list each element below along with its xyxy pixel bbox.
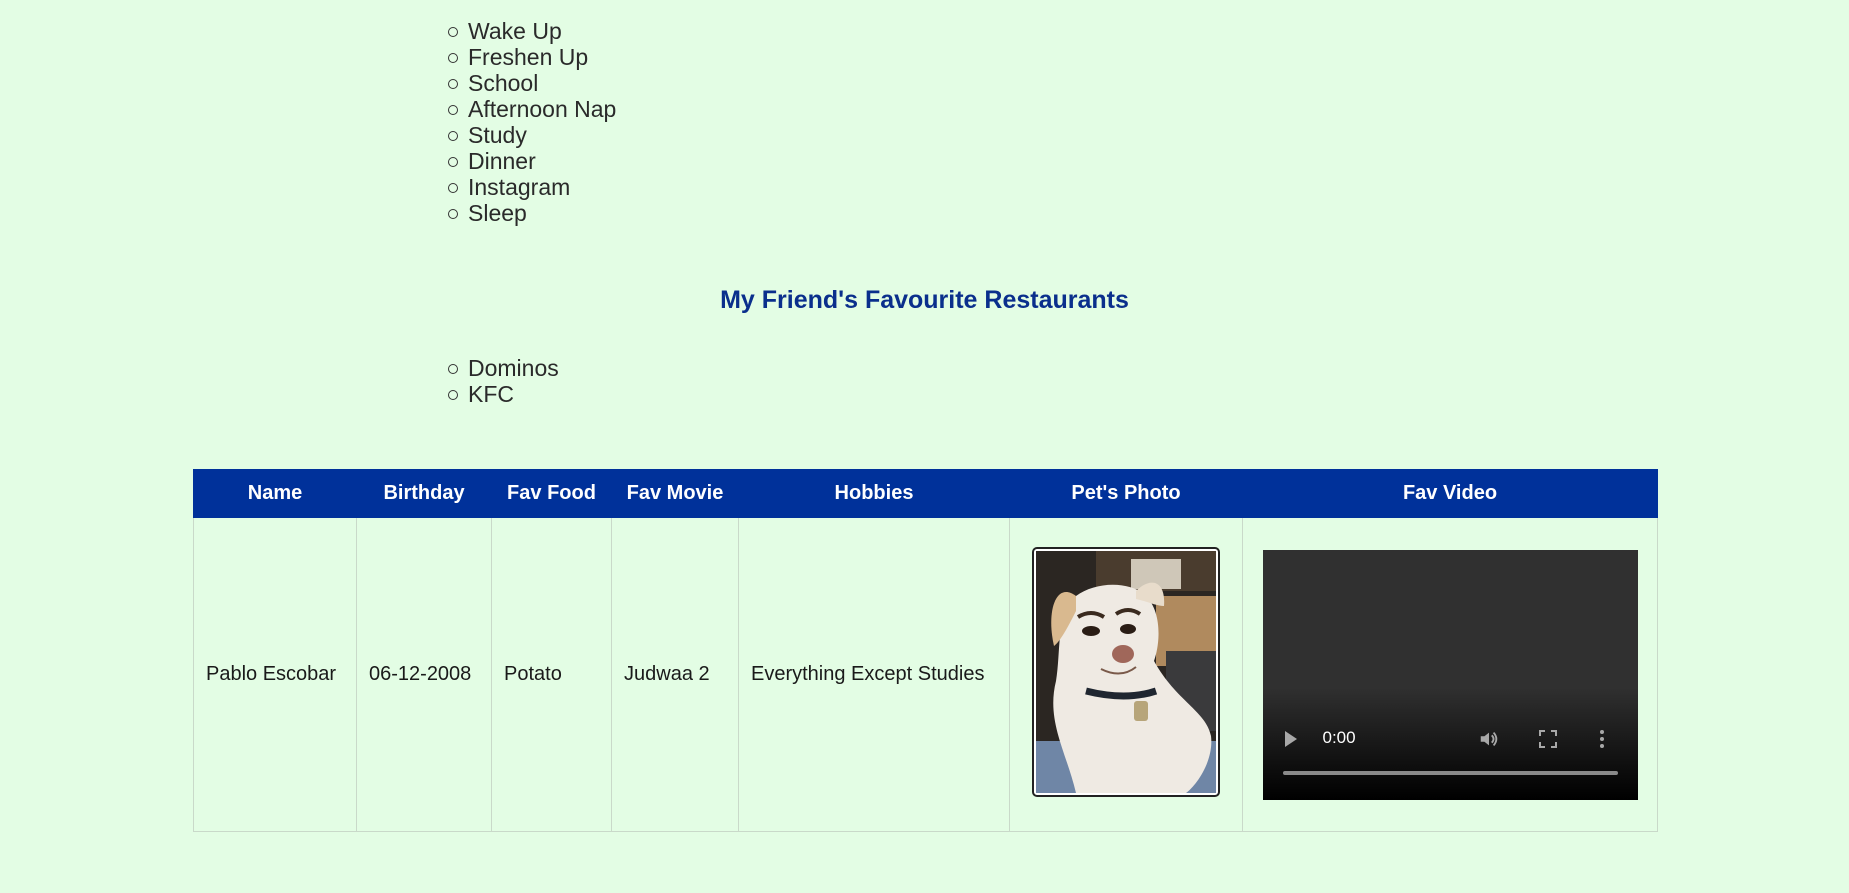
list-item: Wake Up (447, 18, 616, 44)
video-player[interactable]: 0:00 (1262, 549, 1638, 800)
video-time: 0:00 (1322, 727, 1356, 747)
list-item: Instagram (447, 174, 616, 200)
header-name: Name (193, 469, 357, 518)
play-icon[interactable] (1284, 730, 1297, 747)
header-hobbies: Hobbies (738, 469, 1010, 518)
pet-photo (1036, 550, 1216, 793)
cell-fav-video: 0:00 (1242, 517, 1658, 832)
table-row: Pablo Escobar 06-12-2008 Potato Judwaa 2… (193, 517, 1658, 832)
cell-pets-photo (1009, 517, 1243, 832)
more-options-icon[interactable] (1599, 729, 1605, 750)
pet-photo-frame (1032, 546, 1220, 797)
list-item: Afternoon Nap (447, 96, 617, 122)
table-header-row: Name Birthday Fav Food Fav Movie Hobbies… (193, 469, 1658, 518)
header-birthday: Birthday (356, 469, 492, 518)
list-item: Sleep (447, 200, 616, 226)
list-item: Freshen Up (447, 44, 616, 70)
cell-name: Pablo Escobar (193, 517, 357, 832)
video-progress-bar[interactable] (1282, 770, 1618, 775)
header-fav-video: Fav Video (1242, 469, 1658, 518)
header-pets-photo: Pet's Photo (1009, 469, 1243, 518)
list-item: Dominos (448, 355, 559, 381)
cell-fav-movie: Judwaa 2 (611, 517, 739, 832)
restaurant-list: Dominos KFC (448, 355, 559, 407)
list-item: School (447, 70, 616, 96)
restaurants-heading: My Friend's Favourite Restaurants (720, 286, 1129, 314)
header-fav-movie: Fav Movie (611, 469, 739, 518)
header-fav-food: Fav Food (491, 469, 612, 518)
cell-fav-food: Potato (491, 517, 612, 832)
list-item: Dinner (447, 148, 616, 174)
volume-icon[interactable] (1478, 728, 1500, 750)
daily-routine-list: Wake Up Freshen Up School Afternoon Nap … (447, 18, 617, 226)
fullscreen-icon[interactable] (1538, 729, 1557, 748)
cell-birthday: 06-12-2008 (356, 517, 492, 832)
list-item: Study (447, 122, 616, 148)
list-item: KFC (448, 381, 559, 407)
cell-hobbies: Everything Except Studies (738, 517, 1010, 832)
friends-table: Name Birthday Fav Food Fav Movie Hobbies… (193, 469, 1658, 832)
